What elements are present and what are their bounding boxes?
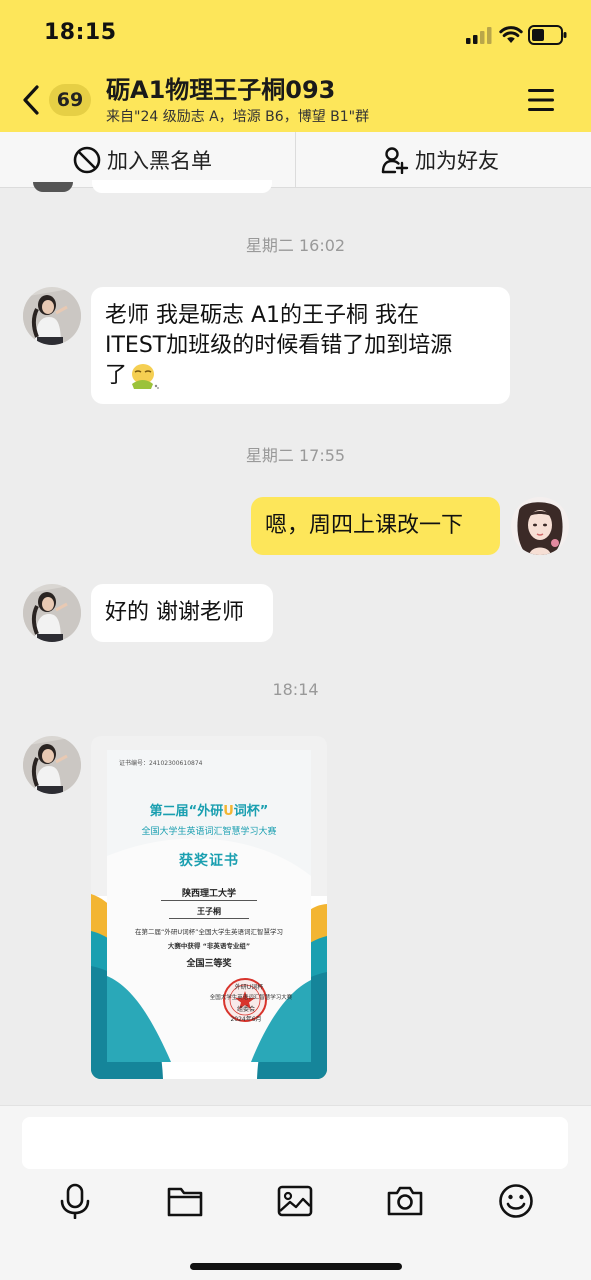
message-bubble[interactable] [92, 180, 272, 193]
avatar[interactable] [33, 182, 73, 192]
certificate-number: 证书编号：24102300610874 [119, 758, 202, 767]
certificate-heading: 获奖证书 [179, 853, 239, 869]
contact-action-bar: 加入黑名单 加为好友 [0, 132, 591, 188]
message-text: 好的 谢谢老师 [105, 600, 244, 625]
camera-icon[interactable] [387, 1183, 423, 1219]
message-text: 了 [105, 363, 128, 388]
folder-icon[interactable] [167, 1183, 203, 1219]
sender-avatar[interactable] [23, 287, 81, 345]
certificate-number-value: 24102300610874 [149, 760, 203, 767]
menu-icon[interactable] [526, 86, 556, 114]
message-timestamp: 18:14 [272, 680, 319, 699]
home-indicator [190, 1263, 402, 1270]
certificate-issuer: 外研U词杯 [234, 984, 264, 991]
image-message[interactable]: 证书编号：24102300610874 第二届“外研U词杯” 全国大学生英语词汇… [91, 736, 327, 1079]
message-text: 嗯，周四上课改一下 [265, 513, 464, 538]
input-area [0, 1105, 591, 1280]
back-button[interactable] [16, 82, 46, 118]
certificate-body-line: 在第二届“外研U词杯”全国大学生英语词汇智慧学习 [135, 928, 283, 936]
message-text: 老师 我是砺志 A1的王子桐 我在 [105, 303, 420, 328]
cellular-signal-icon [466, 27, 492, 44]
message-timestamp: 星期二 17:55 [245, 446, 346, 465]
emoji-icon[interactable] [498, 1183, 534, 1219]
sender-avatar[interactable] [23, 584, 81, 642]
certificate-cup-title: 第二届“外研U词杯” [91, 800, 327, 819]
certificate-winner: 王子桐 [169, 906, 249, 919]
message-timestamp: 星期二 16:02 [245, 236, 346, 255]
wifi-icon [499, 26, 523, 43]
battery-icon [528, 25, 567, 45]
unread-count-badge[interactable]: 69 [49, 84, 91, 116]
status-bar: 18:15 [0, 0, 591, 70]
add-user-icon [381, 147, 409, 174]
certificate-cup-name: “外研 [188, 804, 224, 819]
chat-title: 砺A1物理王子桐093 [106, 76, 336, 104]
certificate-number-label: 证书编号： [119, 760, 150, 767]
status-time: 18:15 [44, 20, 117, 45]
chat-subtitle: 来自"24 级励志 A，培源 B6，博望 B1"群 [106, 109, 370, 125]
message-bubble[interactable]: 好的 谢谢老师 [91, 584, 273, 642]
certificate-award: 全国三等奖 [186, 959, 232, 969]
certificate-cup-letter: U [223, 804, 234, 819]
certificate-issuer: 全国大学生英语词汇智慧学习大赛 [209, 995, 293, 1001]
sender-avatar[interactable] [23, 736, 81, 794]
certificate-cup-name-end: 词杯” [233, 804, 269, 819]
message-bubble[interactable]: 老师 我是砺志 A1的王子桐 我在 ITEST加班级的时候看错了加到培源 了 [91, 287, 510, 404]
block-icon [73, 146, 101, 174]
certificate-competition: 全国大学生英语词汇智慧学习大赛 [141, 827, 277, 837]
add-friend-label: 加为好友 [415, 149, 499, 173]
certificate-edition: 第二届 [149, 804, 189, 819]
certificate-school: 陕西理工大学 [161, 886, 257, 901]
image-icon[interactable] [277, 1183, 313, 1219]
certificate-date: 2024年6月 [230, 1016, 262, 1023]
add-friend-button[interactable]: 加为好友 [381, 132, 499, 188]
message-input[interactable] [22, 1117, 568, 1169]
message-text: ITEST加班级的时候看错了加到培源 [105, 333, 453, 358]
microphone-icon[interactable] [57, 1183, 93, 1219]
add-to-blacklist-label: 加入黑名单 [107, 149, 212, 173]
certificate-issuer: 组委会 [236, 1006, 255, 1013]
chat-header: 18:15 69 砺A1物理王子桐093 来自"24 级励志 A，培源 B6，博… [0, 0, 591, 132]
message-bubble-self[interactable]: 嗯，周四上课改一下 [251, 497, 500, 555]
action-divider [295, 132, 296, 188]
certificate-body-line: 大赛中获得 “非英语专业组” [167, 942, 251, 950]
sick-emoji-icon [132, 364, 159, 389]
self-avatar[interactable] [511, 497, 569, 555]
